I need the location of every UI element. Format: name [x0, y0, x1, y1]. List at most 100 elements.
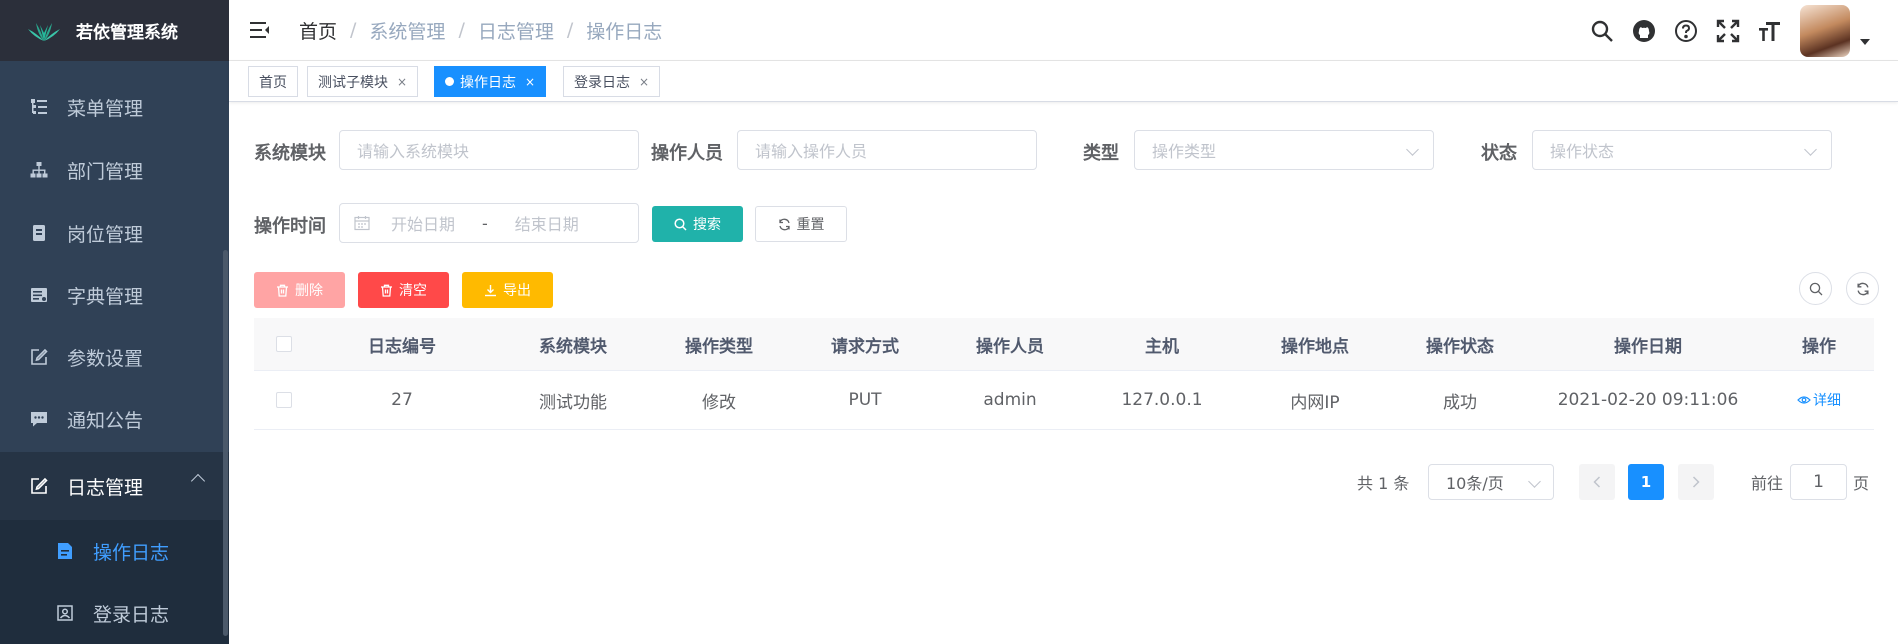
sidebar-item-log[interactable]: 日志管理: [0, 452, 229, 520]
search-button-label: 搜索: [693, 217, 721, 233]
cell-type: 修改: [702, 392, 736, 413]
cell-id: 27: [391, 390, 413, 410]
tag-logininfor[interactable]: 登录日志 ×: [563, 66, 661, 97]
calendar-icon: [354, 216, 370, 231]
tag-operlog[interactable]: 操作日志 ×: [434, 66, 547, 97]
clear-button-label: 清空: [399, 283, 427, 299]
column-header: 操作人员: [976, 336, 1044, 357]
caret-down-icon[interactable]: [1860, 38, 1870, 45]
breadcrumb-log[interactable]: 日志管理: [478, 17, 554, 44]
column-header: 操作状态: [1426, 336, 1494, 357]
delete-button[interactable]: 删除: [254, 272, 345, 308]
goto-value: 1: [1813, 472, 1824, 492]
module-placeholder: 请输入系统模块: [357, 142, 470, 161]
checkbox[interactable]: [276, 392, 292, 408]
tag-home[interactable]: 首页: [248, 66, 298, 97]
reset-button[interactable]: 重置: [755, 206, 847, 242]
type-select[interactable]: 操作类型: [1134, 130, 1434, 170]
cell-date: 2021-02-20 09:11:06: [1557, 390, 1739, 410]
sidebar-item-dept[interactable]: 部门管理: [0, 139, 229, 201]
sidebar-scrollbar[interactable]: [223, 250, 228, 636]
cell-location: 内网IP: [1290, 392, 1340, 413]
sidebar-item-logininfor[interactable]: 登录日志: [0, 582, 229, 644]
tree-table-icon: [28, 96, 50, 118]
breadcrumb-system[interactable]: 系统管理: [369, 17, 445, 44]
reset-button-label: 重置: [796, 217, 825, 233]
chevron-left-icon: [1593, 476, 1601, 488]
cell-status: 成功: [1443, 392, 1477, 413]
column-header: 操作地点: [1281, 336, 1349, 357]
refresh-icon: [1856, 282, 1869, 295]
sidebar-item-label: 部门管理: [67, 160, 144, 183]
sidebar-item-notice[interactable]: 通知公告: [0, 388, 229, 450]
export-button[interactable]: 导出: [462, 272, 553, 308]
sidebar-item-label: 通知公告: [67, 409, 144, 432]
close-icon[interactable]: ×: [397, 75, 407, 89]
column-header: 操作类型: [685, 336, 753, 357]
sidebar-item-post[interactable]: 岗位管理: [0, 202, 229, 264]
next-page-button[interactable]: [1678, 464, 1714, 500]
breadcrumb-separator: /: [458, 19, 465, 41]
user-input[interactable]: 请输入操作人员: [737, 130, 1037, 170]
tag-test-module[interactable]: 测试子模块 ×: [307, 66, 419, 97]
toggle-search-button[interactable]: [1799, 272, 1832, 305]
clear-button[interactable]: 清空: [358, 272, 449, 308]
avatar[interactable]: [1800, 4, 1850, 57]
chevron-right-icon: [1692, 476, 1700, 488]
active-dot-icon: [445, 77, 454, 86]
time-label: 操作时间: [254, 216, 326, 237]
form-icon: [54, 540, 76, 562]
status-select[interactable]: 操作状态: [1532, 130, 1832, 170]
module-input[interactable]: 请输入系统模块: [339, 130, 639, 170]
column-header: 操作日期: [1614, 336, 1682, 357]
logininfor-icon: [54, 602, 76, 624]
right-menu: [1574, 0, 1870, 61]
type-placeholder: 操作类型: [1152, 142, 1217, 161]
page-1-button[interactable]: 1: [1628, 464, 1664, 500]
refresh-button[interactable]: [1846, 272, 1879, 305]
user-label: 操作人员: [651, 143, 723, 164]
chevron-down-icon: [1804, 143, 1817, 156]
cell-user: admin: [983, 390, 1037, 410]
page-size-select[interactable]: 10条/页: [1428, 464, 1554, 500]
hamburger-icon[interactable]: [249, 19, 271, 41]
checkbox[interactable]: [276, 336, 292, 352]
delete-button-label: 删除: [295, 283, 323, 299]
org-tree-icon: [28, 159, 50, 181]
column-header: 日志编号: [368, 336, 436, 357]
range-separator: -: [482, 213, 488, 233]
sidebar-item-operlog[interactable]: 操作日志: [0, 520, 229, 582]
sidebar-item-label: 日志管理: [67, 476, 144, 499]
sidebar-item-config[interactable]: 参数设置: [0, 326, 229, 388]
user-placeholder: 请输入操作人员: [755, 142, 868, 161]
detail-link[interactable]: 详细: [1764, 371, 1874, 429]
sidebar-item-dict[interactable]: 字典管理: [0, 264, 229, 326]
font-size-icon[interactable]: [1756, 17, 1784, 45]
current-page: 1: [1640, 473, 1652, 491]
sidebar-item-menu[interactable]: 菜单管理: [0, 76, 229, 138]
search-button[interactable]: 搜索: [652, 206, 743, 242]
search-icon: [674, 217, 687, 231]
status-placeholder: 操作状态: [1550, 142, 1615, 161]
tags-view: 首页 测试子模块 × 操作日志 × 登录日志 ×: [229, 61, 1898, 102]
start-date-placeholder: 开始日期: [391, 215, 456, 234]
close-icon[interactable]: ×: [639, 75, 649, 89]
log-icon: [28, 475, 50, 497]
search-icon[interactable]: [1588, 17, 1616, 45]
github-icon[interactable]: [1630, 17, 1658, 45]
prev-page-button[interactable]: [1579, 464, 1615, 500]
logo-icon: [28, 22, 60, 41]
trash-icon: [276, 284, 289, 297]
breadcrumb-home[interactable]: 首页: [299, 17, 337, 44]
close-icon[interactable]: ×: [525, 75, 535, 89]
goto-label: 前往: [1751, 464, 1783, 500]
cell-module: 测试功能: [539, 392, 607, 413]
breadcrumb: 首页 / 系统管理 / 日志管理 / 操作日志: [299, 17, 662, 44]
sidebar-item-label: 岗位管理: [67, 223, 144, 246]
sidebar-item-label: 菜单管理: [67, 97, 144, 120]
fullscreen-icon[interactable]: [1714, 17, 1742, 45]
logo[interactable]: 若依管理系统: [0, 0, 229, 61]
question-icon[interactable]: [1672, 17, 1700, 45]
date-range-picker[interactable]: 开始日期 - 结束日期: [339, 203, 639, 243]
goto-page-input[interactable]: 1: [1790, 464, 1847, 500]
